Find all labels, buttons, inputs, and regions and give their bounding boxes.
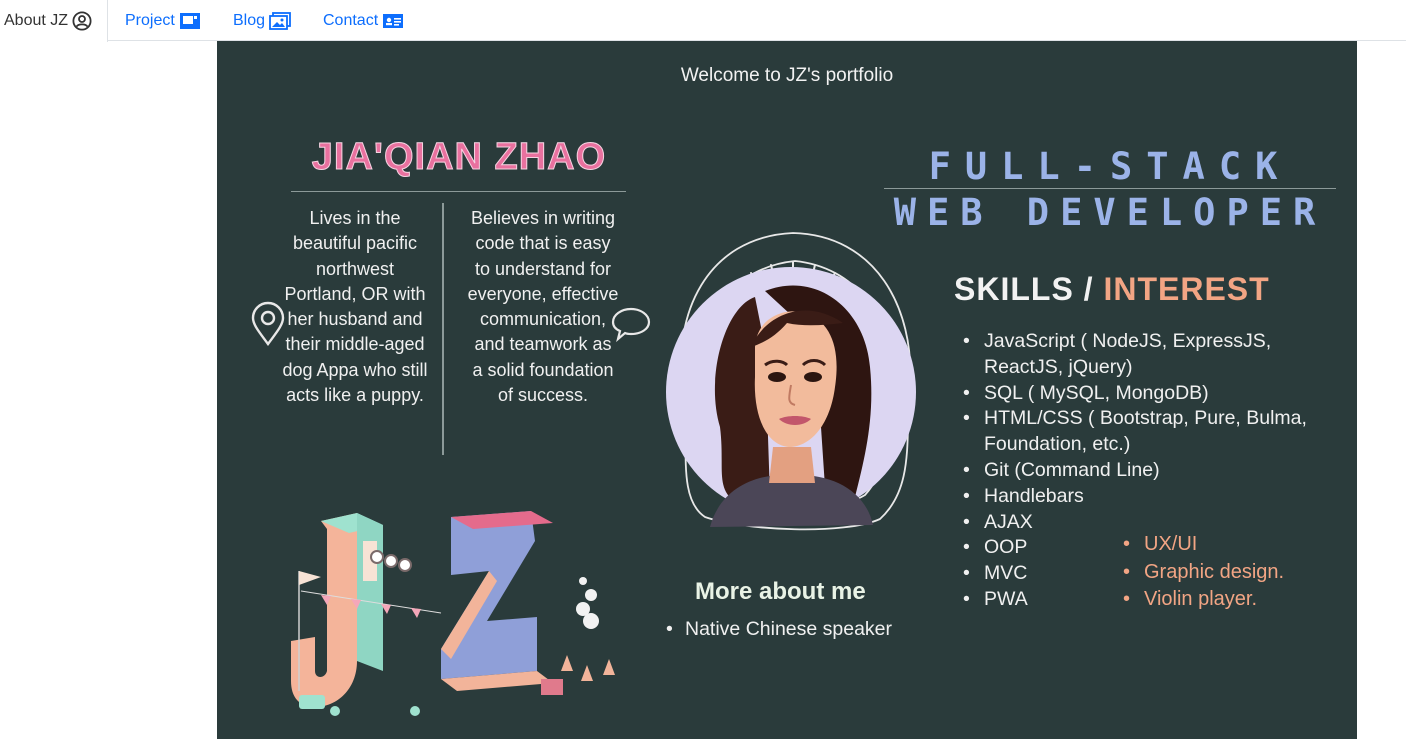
portrait-avatar [666,232,916,531]
skill-item: HTML/CSS ( Bootstrap, Pure, Bulma, Found… [963,406,1343,458]
interest-item: Graphic design. [1123,559,1284,587]
contact-card-icon [383,13,404,28]
tab-contact[interactable]: Contact [319,0,408,41]
tab-project-label: Project [125,11,175,29]
interest-item: UX/UI [1123,531,1284,559]
tab-about-jz[interactable]: About JZ [0,0,108,42]
skill-item: Handlebars [963,484,1343,510]
tab-blog[interactable]: Blog [229,0,295,41]
bio-location-text: Lives in the beautiful pacific northwest… [282,208,428,406]
project-icon [179,12,200,29]
skill-item: JavaScript ( NodeJS, ExpressJS, ReactJS,… [963,329,1343,381]
welcome-text: Welcome to JZ's portfolio [680,65,894,86]
title-web-developer: WEB DEVELOPER [893,191,1327,234]
developer-name: JIA'QIAN ZHAO [311,136,607,179]
interest-heading: INTEREST [1103,271,1270,307]
skills-interest-heading: SKILLS / INTEREST [954,271,1270,308]
more-about-me-list: Native Chinese speaker [666,618,892,641]
name-divider [291,191,626,192]
nav-tabs: About JZ Project Blog Contact [0,0,1406,42]
speech-bubble-icon [611,307,651,342]
tab-contact-label: Contact [323,11,379,29]
jz-logo-illustration [291,511,615,716]
bio-philosophy-text: Believes in writing code that is easy to… [467,208,619,406]
interest-item: Violin player. [1123,586,1284,614]
interests-list: UX/UI Graphic design. Violin player. [1123,531,1284,614]
tab-project[interactable]: Project [121,0,205,41]
more-about-me-heading: More about me [695,578,866,605]
portfolio-banner: Welcome to JZ's portfolio JIA'QIAN ZHAO … [217,41,1357,739]
more-about-item: Native Chinese speaker [666,618,892,641]
tab-about-jz-label: About JZ [4,12,69,29]
skills-separator: / [1073,271,1104,307]
skill-item: SQL ( MySQL, MongoDB) [963,381,1343,407]
title-divider [884,188,1336,189]
skill-item: Git (Command Line) [963,458,1343,484]
person-circle-icon [72,11,92,31]
tab-blog-label: Blog [233,11,266,29]
bio-column-divider [442,203,444,455]
images-icon [269,11,291,30]
title-full-stack: FULL-STACK [928,145,1292,188]
skills-heading: SKILLS [954,271,1074,307]
